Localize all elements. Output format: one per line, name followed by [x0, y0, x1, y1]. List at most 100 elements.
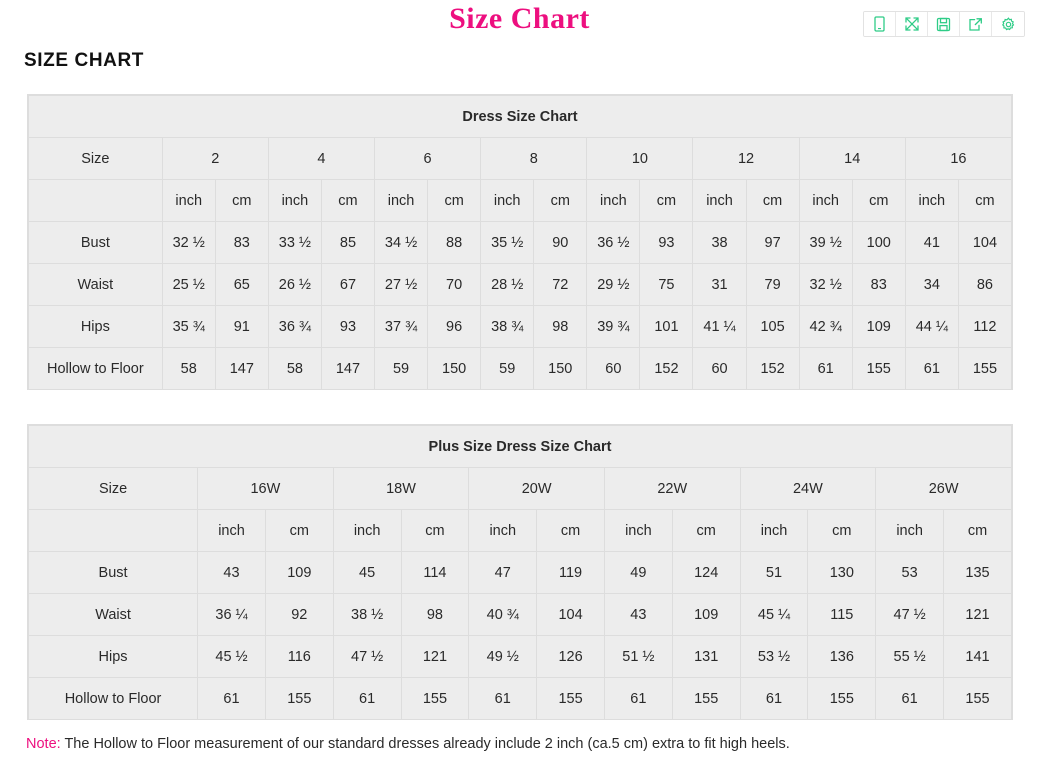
measurement-value-cm: 100	[852, 222, 905, 264]
measurement-value-inch: 53 ½	[740, 636, 808, 678]
measurement-value-inch: 32 ½	[799, 264, 852, 306]
size-table: Plus Size Dress Size ChartSize16W18W20W2…	[28, 425, 1012, 720]
measurement-value-cm: 155	[852, 348, 905, 390]
measurement-value-cm: 91	[215, 306, 268, 348]
unit-header-cm: cm	[265, 510, 333, 552]
measurement-value-inch: 38	[693, 222, 746, 264]
measurement-value-inch: 34 ½	[375, 222, 428, 264]
measurement-value-inch: 35 ½	[481, 222, 534, 264]
measurement-value-inch: 33 ½	[268, 222, 321, 264]
measurement-value-cm: 92	[265, 594, 333, 636]
measurement-value-cm: 155	[537, 678, 605, 720]
measurement-value-cm: 130	[808, 552, 876, 594]
measurement-value-cm: 150	[428, 348, 481, 390]
unit-header-inch: inch	[481, 180, 534, 222]
table-row: Hips45 ½11647 ½12149 ½12651 ½13153 ½1365…	[29, 636, 1012, 678]
unit-header-inch: inch	[740, 510, 808, 552]
measurement-value-cm: 83	[215, 222, 268, 264]
unit-header-cm: cm	[672, 510, 740, 552]
measurement-value-cm: 109	[265, 552, 333, 594]
unit-header-cm: cm	[428, 180, 481, 222]
measurement-value-cm: 116	[265, 636, 333, 678]
measurement-value-cm: 147	[215, 348, 268, 390]
measurement-value-cm: 119	[537, 552, 605, 594]
measurement-value-inch: 39 ¾	[587, 306, 640, 348]
unit-header-inch: inch	[268, 180, 321, 222]
unit-header-inch: inch	[469, 510, 537, 552]
unit-header-cm: cm	[746, 180, 799, 222]
size-header-cell: 6	[375, 138, 481, 180]
measurement-value-cm: 67	[321, 264, 374, 306]
size-label-cell: Size	[29, 138, 163, 180]
measurement-value-inch: 43	[604, 594, 672, 636]
measurement-value-inch: 41 ¼	[693, 306, 746, 348]
measurement-value-cm: 88	[428, 222, 481, 264]
measurement-value-cm: 104	[958, 222, 1011, 264]
measurement-value-cm: 155	[944, 678, 1012, 720]
measurement-value-inch: 47	[469, 552, 537, 594]
fullscreen-icon[interactable]	[896, 12, 928, 36]
footer-note: Note: The Hollow to Floor measurement of…	[26, 736, 1039, 752]
table-row: Hips35 ¾9136 ¾9337 ¾9638 ¾9839 ¾10141 ¼1…	[29, 306, 1012, 348]
measurement-value-inch: 58	[268, 348, 321, 390]
unit-header-cm: cm	[852, 180, 905, 222]
table-title-row: Dress Size Chart	[29, 96, 1012, 138]
measurement-value-inch: 58	[162, 348, 215, 390]
unit-header-inch: inch	[198, 510, 266, 552]
measurement-value-cm: 150	[534, 348, 587, 390]
measurement-value-inch: 31	[693, 264, 746, 306]
measurement-value-inch: 44 ¼	[905, 306, 958, 348]
measurement-value-inch: 61	[799, 348, 852, 390]
unit-header-cm: cm	[640, 180, 693, 222]
measurement-value-inch: 59	[481, 348, 534, 390]
unit-header-cm: cm	[537, 510, 605, 552]
measurement-label: Waist	[29, 594, 198, 636]
measurement-value-cm: 135	[944, 552, 1012, 594]
unit-header-cm: cm	[321, 180, 374, 222]
measurement-value-cm: 65	[215, 264, 268, 306]
settings-gear-icon[interactable]	[992, 12, 1024, 36]
size-header-cell: 20W	[469, 468, 605, 510]
measurement-value-inch: 51 ½	[604, 636, 672, 678]
measurement-value-inch: 32 ½	[162, 222, 215, 264]
measurement-value-inch: 47 ½	[333, 636, 401, 678]
measurement-value-inch: 38 ½	[333, 594, 401, 636]
unit-header-cm: cm	[808, 510, 876, 552]
size-header-cell: 10	[587, 138, 693, 180]
unit-header-cm: cm	[958, 180, 1011, 222]
size-header-cell: 14	[799, 138, 905, 180]
measurement-value-inch: 28 ½	[481, 264, 534, 306]
size-header-cell: 8	[481, 138, 587, 180]
share-icon[interactable]	[960, 12, 992, 36]
measurement-value-cm: 112	[958, 306, 1011, 348]
measurement-value-cm: 101	[640, 306, 693, 348]
measurement-value-inch: 39 ½	[799, 222, 852, 264]
size-tables-container: Dress Size ChartSize246810121416inchcmin…	[0, 94, 1039, 720]
unit-header-inch: inch	[162, 180, 215, 222]
measurement-value-inch: 49	[604, 552, 672, 594]
table-row: Hollow to Floor6115561155611556115561155…	[29, 678, 1012, 720]
table-row: Bust32 ½8333 ½8534 ½8835 ½9036 ½93389739…	[29, 222, 1012, 264]
measurement-value-inch: 45	[333, 552, 401, 594]
top-bar: Size Chart	[0, 0, 1039, 44]
size-table-wrapper: Dress Size ChartSize246810121416inchcmin…	[27, 94, 1013, 390]
mobile-preview-icon[interactable]	[864, 12, 896, 36]
measurement-label: Waist	[29, 264, 163, 306]
measurement-value-cm: 131	[672, 636, 740, 678]
size-table: Dress Size ChartSize246810121416inchcmin…	[28, 95, 1012, 390]
measurement-value-cm: 126	[537, 636, 605, 678]
table-row: Bust431094511447119491245113053135	[29, 552, 1012, 594]
toolbar	[863, 11, 1025, 37]
measurement-value-cm: 96	[428, 306, 481, 348]
measurement-value-cm: 152	[746, 348, 799, 390]
unit-header-row: inchcminchcminchcminchcminchcminchcm	[29, 510, 1012, 552]
measurement-label: Hollow to Floor	[29, 348, 163, 390]
size-header-cell: 4	[268, 138, 374, 180]
save-icon[interactable]	[928, 12, 960, 36]
measurement-value-inch: 61	[905, 348, 958, 390]
unit-header-inch: inch	[905, 180, 958, 222]
measurement-value-cm: 86	[958, 264, 1011, 306]
measurement-value-inch: 34	[905, 264, 958, 306]
measurement-value-cm: 70	[428, 264, 481, 306]
measurement-value-inch: 36 ¼	[198, 594, 266, 636]
